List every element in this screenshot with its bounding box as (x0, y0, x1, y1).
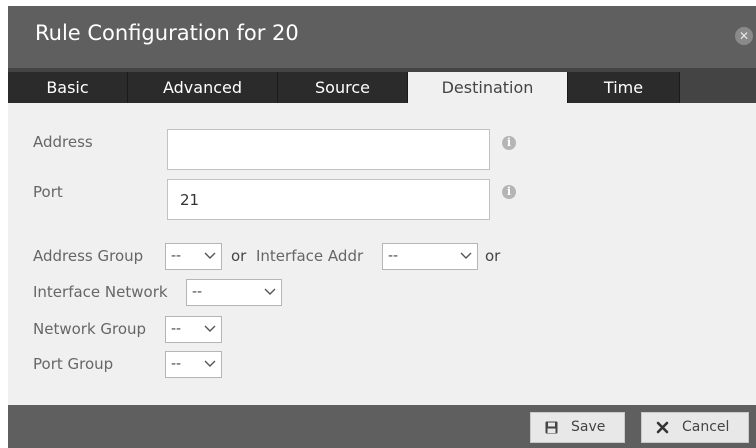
port-group-value: -- (171, 356, 182, 372)
address-group-select[interactable]: -- (165, 243, 222, 270)
cancel-label: Cancel (682, 419, 730, 435)
interface-network-label: Interface Network (33, 283, 168, 301)
interface-network-value: -- (192, 284, 203, 300)
interface-addr-select[interactable]: -- (382, 243, 478, 270)
dialog-titlebar: Rule Configuration for 20 ✕ (8, 6, 756, 68)
tab-source[interactable]: Source (278, 72, 408, 103)
close-icon[interactable]: ✕ (735, 27, 753, 45)
address-input[interactable] (167, 129, 490, 170)
port-group-label: Port Group (33, 355, 114, 373)
save-label: Save (571, 419, 606, 435)
interface-addr-label: Interface Addr (256, 247, 364, 265)
tab-basic[interactable]: Basic (8, 72, 128, 103)
save-icon (545, 421, 558, 434)
port-group-select[interactable]: -- (165, 351, 222, 378)
chevron-down-icon (264, 288, 276, 295)
tab-advanced[interactable]: Advanced (128, 72, 278, 103)
dialog-footer: Save Cancel (8, 405, 756, 448)
network-group-select[interactable]: -- (165, 316, 222, 343)
or-text: or (231, 247, 247, 265)
address-group-value: -- (171, 248, 182, 264)
port-input[interactable] (167, 179, 490, 220)
cancel-button[interactable]: Cancel (641, 412, 749, 443)
chevron-down-icon (204, 252, 216, 259)
tab-time[interactable]: Time (568, 72, 680, 103)
network-group-value: -- (171, 321, 182, 337)
chevron-down-icon (460, 252, 472, 259)
info-icon[interactable]: i (502, 185, 516, 199)
chevron-down-icon (204, 360, 216, 367)
address-group-label: Address Group (33, 247, 144, 265)
tab-destination[interactable]: Destination (408, 72, 568, 103)
address-label: Address (33, 133, 93, 151)
info-icon[interactable]: i (502, 136, 516, 150)
save-button[interactable]: Save (530, 412, 625, 443)
port-label: Port (33, 183, 63, 201)
rule-configuration-dialog: Rule Configuration for 20 ✕ Basic Advanc… (8, 6, 756, 448)
interface-network-select[interactable]: -- (186, 279, 282, 306)
or-text: or (485, 247, 501, 265)
dialog-title: Rule Configuration for 20 (35, 21, 299, 45)
interface-addr-value: -- (388, 248, 399, 264)
network-group-label: Network Group (33, 320, 147, 338)
chevron-down-icon (204, 325, 216, 332)
close-icon (656, 421, 669, 434)
tab-bar: Basic Advanced Source Destination Time (8, 68, 756, 103)
destination-panel: Address i Port i Address Group -- or Int… (8, 103, 756, 405)
